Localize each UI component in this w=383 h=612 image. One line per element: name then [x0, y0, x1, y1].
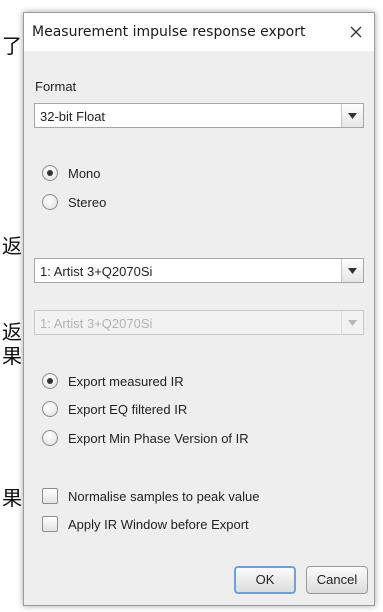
format-select[interactable]: 32-bit Float: [34, 103, 364, 128]
measurement-select[interactable]: 1: Artist 3+Q2070Si: [34, 258, 364, 283]
measurement-select-arrow[interactable]: [341, 259, 363, 282]
radio-label: Export Min Phase Version of IR: [68, 431, 249, 446]
background-glyph: 果: [2, 344, 22, 368]
radio-export-eq-filtered-ir[interactable]: Export EQ filtered IR: [42, 400, 322, 420]
second-measurement-select: 1: Artist 3+Q2070Si: [34, 310, 364, 335]
radio-button[interactable]: [42, 165, 58, 181]
checkbox-label: Normalise samples to peak value: [68, 489, 260, 504]
format-label: Format: [35, 79, 77, 94]
checkbox-normalise-samples[interactable]: Normalise samples to peak value: [42, 487, 342, 507]
radio-export-min-phase-ir[interactable]: Export Min Phase Version of IR: [42, 429, 342, 449]
background-glyph: 了: [2, 34, 22, 58]
radio-label: Export EQ filtered IR: [68, 402, 188, 417]
second-measurement-select-arrow: [341, 311, 363, 334]
radio-label: Stereo: [68, 195, 107, 210]
format-select-arrow[interactable]: [341, 104, 363, 127]
second-measurement-select-value: 1: Artist 3+Q2070Si: [40, 316, 153, 331]
radio-button[interactable]: [42, 373, 58, 389]
radio-button[interactable]: [42, 430, 58, 446]
checkbox[interactable]: [42, 516, 58, 532]
cancel-button[interactable]: Cancel: [306, 566, 368, 594]
export-dialog: Measurement impulse response export Form…: [23, 12, 375, 606]
background-glyph: 返: [2, 320, 22, 344]
radio-button[interactable]: [42, 401, 58, 417]
ok-button[interactable]: OK: [234, 566, 296, 594]
radio-label: Export measured IR: [68, 374, 184, 389]
checkbox-label: Apply IR Window before Export: [68, 517, 249, 532]
checkbox[interactable]: [42, 488, 58, 504]
close-icon: [350, 26, 362, 38]
dialog-title: Measurement impulse response export: [32, 24, 306, 40]
radio-label: Mono: [68, 166, 101, 181]
radio-export-measured-ir[interactable]: Export measured IR: [42, 372, 322, 392]
measurement-select-value: 1: Artist 3+Q2070Si: [40, 264, 153, 279]
radio-mono[interactable]: Mono: [42, 164, 162, 184]
dialog-titlebar[interactable]: Measurement impulse response export: [24, 13, 374, 51]
radio-stereo[interactable]: Stereo: [42, 193, 162, 213]
chevron-down-icon: [348, 113, 357, 119]
background-glyph: 果: [2, 486, 22, 510]
chevron-down-icon: [348, 268, 357, 274]
radio-button[interactable]: [42, 194, 58, 210]
close-button[interactable]: [344, 21, 368, 43]
chevron-down-icon: [348, 320, 357, 326]
format-select-value: 32-bit Float: [40, 109, 106, 124]
background-glyph: 返: [2, 234, 22, 258]
checkbox-apply-ir-window[interactable]: Apply IR Window before Export: [42, 515, 342, 535]
